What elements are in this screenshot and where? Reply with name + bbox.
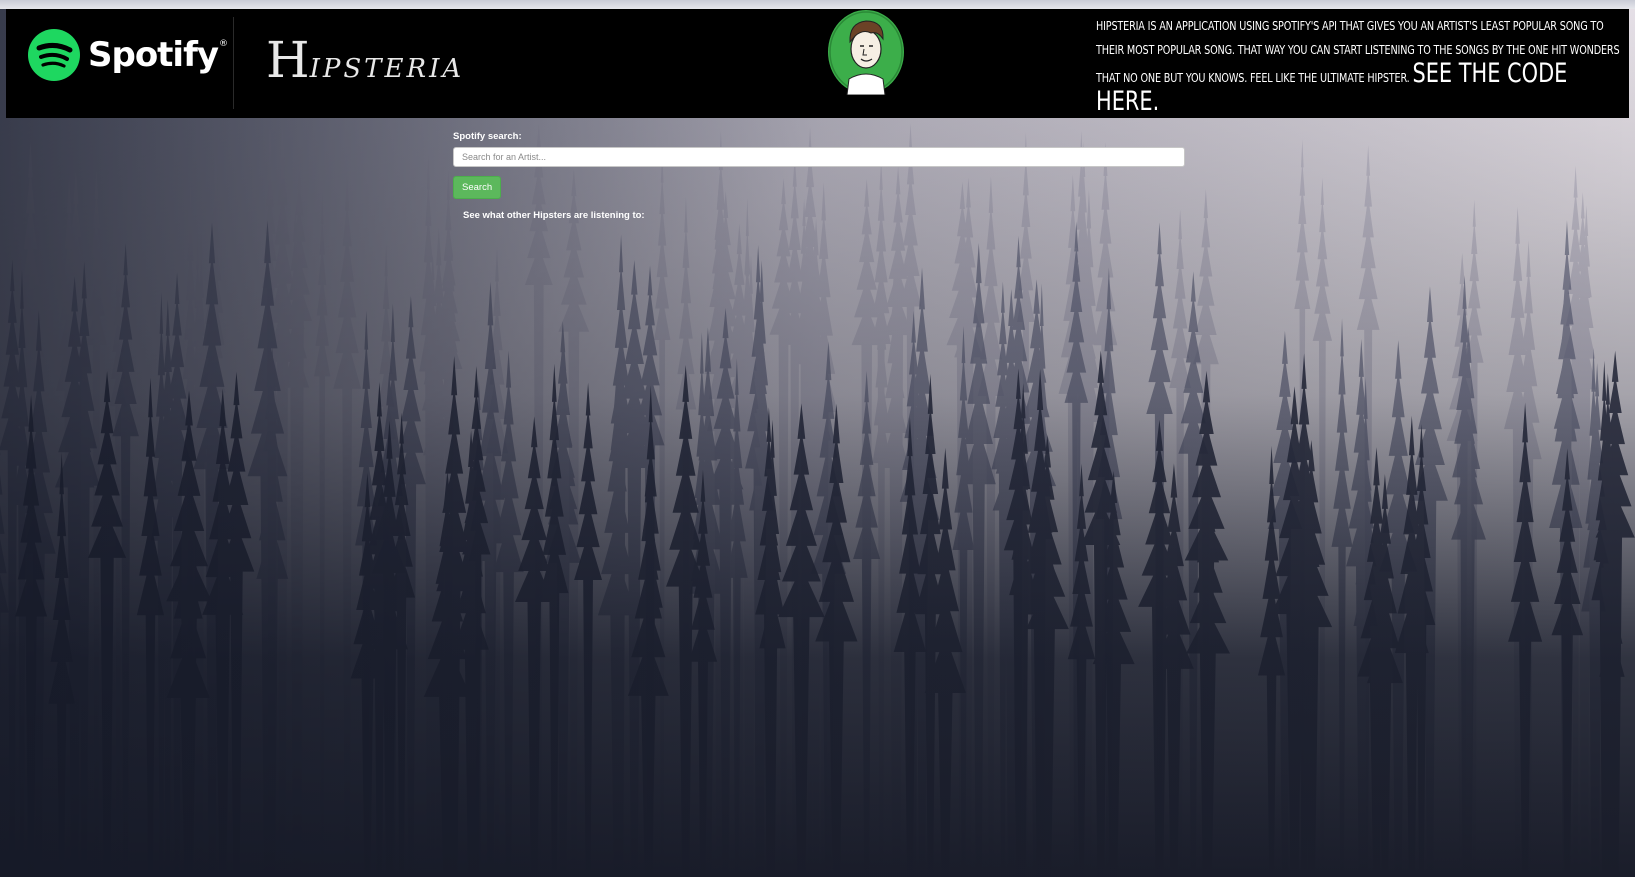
hipster-avatar-icon [828, 10, 904, 95]
search-panel: Spotify search: Search See what other Hi… [453, 131, 1185, 221]
header-bar: Spotify® HIPSTERIA Hipsteria is an appli… [6, 9, 1629, 118]
app-title: HIPSTERIA [266, 31, 465, 89]
see-code-link[interactable]: See the code here. [1096, 58, 1567, 117]
browser-top-strip [0, 0, 1635, 9]
artist-search-input[interactable] [453, 147, 1185, 167]
spotify-wordmark: Spotify® [88, 35, 228, 75]
search-button[interactable]: Search [453, 176, 502, 199]
app-description: Hipsteria is an application using Spotif… [1096, 18, 1620, 117]
search-label: Spotify search: [453, 131, 522, 142]
other-listeners-heading: See what other Hipsters are listening to… [463, 210, 645, 221]
header-divider [233, 17, 234, 109]
spotify-logo-icon [28, 29, 80, 81]
spotify-logo[interactable]: Spotify® [28, 29, 228, 81]
